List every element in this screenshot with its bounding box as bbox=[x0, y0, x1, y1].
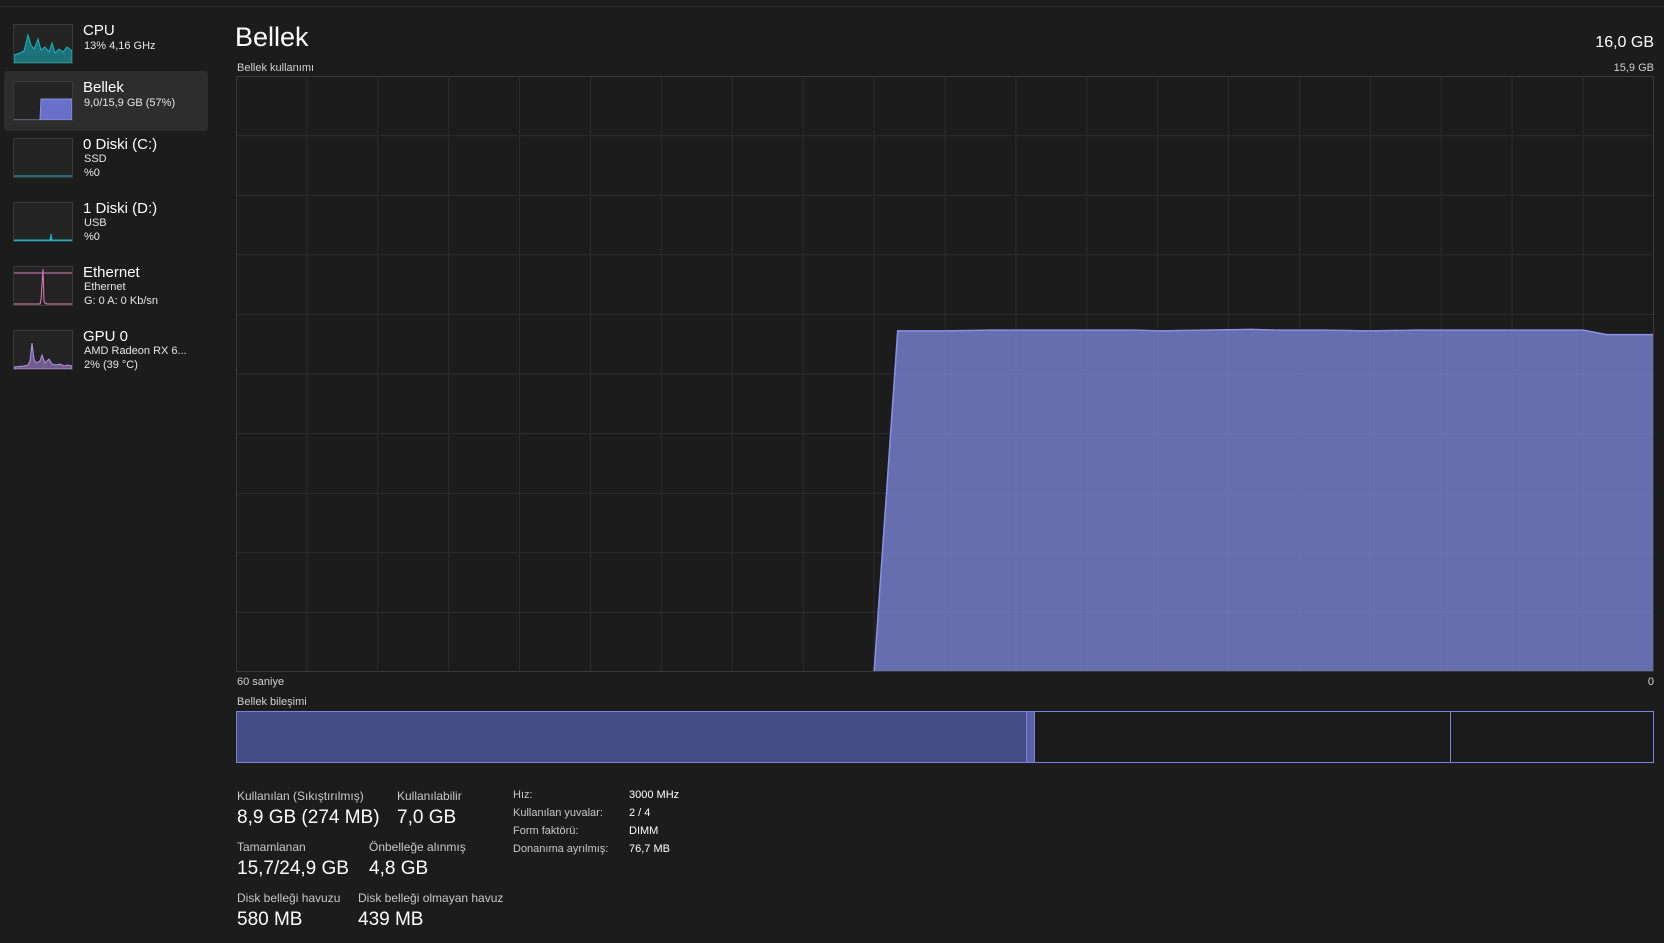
available-value: 7,0 GB bbox=[397, 807, 457, 828]
x-axis-left-label: 60 saniye bbox=[237, 676, 285, 688]
slots-used-value: 2 / 4 bbox=[629, 807, 651, 819]
sidebar-item-detail: G: 0 A: 0 Kb/sn bbox=[84, 295, 158, 307]
gpu-thumbnail bbox=[13, 330, 73, 370]
form-factor-label: Form faktörü: bbox=[513, 825, 579, 837]
sidebar-item-detail: %0 bbox=[84, 167, 100, 179]
memory-usage-chart bbox=[236, 76, 1654, 672]
total-memory: 16,0 GB bbox=[1595, 34, 1654, 51]
hardware-reserved-label: Donanıma ayrılmış: bbox=[513, 843, 609, 855]
sidebar-item-subtitle: 9,0/15,9 GB (57%) bbox=[84, 97, 176, 109]
cached-value: 4,8 GB bbox=[369, 858, 429, 879]
committed-label: Tamamlanan bbox=[237, 840, 306, 854]
graph-max-label: 15,9 GB bbox=[1613, 62, 1654, 74]
hardware-reserved-value: 76,7 MB bbox=[629, 843, 670, 855]
committed-value: 15,7/24,9 GB bbox=[237, 858, 349, 879]
graph-label: Bellek kullanımı bbox=[237, 62, 315, 74]
sidebar-item-subtitle: SSD bbox=[84, 153, 107, 165]
in-use-label: Kullanılan (Sıkıştırılmış) bbox=[237, 789, 364, 803]
nonpaged-pool-label: Disk belleği olmayan havuz bbox=[358, 891, 504, 905]
sidebar-item-detail: 2% (39 °C) bbox=[84, 359, 138, 371]
sidebar-item-detail: %0 bbox=[84, 231, 100, 243]
sidebar-item-title: Ethernet bbox=[83, 264, 140, 281]
speed-label: Hız: bbox=[513, 789, 533, 801]
sidebar-item-cpu[interactable]: CPU 13% 4,16 GHz bbox=[4, 14, 208, 74]
composition-standby[interactable] bbox=[1035, 712, 1451, 762]
available-label: Kullanılabilir bbox=[397, 789, 462, 803]
sidebar-item-subtitle: AMD Radeon RX 6... bbox=[84, 345, 187, 357]
speed-value: 3000 MHz bbox=[629, 789, 680, 801]
cpu-thumbnail bbox=[13, 24, 73, 64]
sidebar-item-disk-d[interactable]: 1 Diski (D:) USB %0 bbox=[4, 192, 208, 252]
sidebar-item-subtitle: USB bbox=[84, 217, 107, 229]
cached-label: Önbelleğe alınmış bbox=[369, 840, 466, 854]
sidebar-item-title: 0 Diski (C:) bbox=[83, 136, 158, 153]
sidebar-item-title: CPU bbox=[83, 22, 115, 39]
form-factor-value: DIMM bbox=[629, 825, 659, 837]
sidebar-item-title: Bellek bbox=[83, 79, 124, 96]
x-axis-right-label: 0 bbox=[1647, 676, 1654, 688]
top-divider bbox=[0, 6, 1664, 7]
paged-pool-value: 580 MB bbox=[237, 909, 303, 930]
memory-thumbnail bbox=[13, 81, 73, 121]
composition-label: Bellek bileşimi bbox=[237, 696, 307, 708]
disk-d-thumbnail bbox=[13, 202, 73, 242]
sidebar-item-title: GPU 0 bbox=[83, 328, 129, 345]
disk-c-thumbnail bbox=[13, 138, 73, 178]
sidebar-item-disk-c[interactable]: 0 Diski (C:) SSD %0 bbox=[4, 128, 208, 188]
sidebar-item-memory[interactable]: Bellek 9,0/15,9 GB (57%) bbox=[4, 71, 208, 131]
in-use-value: 8,9 GB (274 MB) bbox=[237, 807, 380, 828]
composition-modified[interactable] bbox=[1027, 712, 1035, 762]
ethernet-thumbnail bbox=[13, 266, 73, 306]
page-title: Bellek bbox=[235, 22, 309, 52]
sidebar-item-gpu[interactable]: GPU 0 AMD Radeon RX 6... 2% (39 °C) bbox=[4, 320, 208, 380]
sidebar-item-title: 1 Diski (D:) bbox=[83, 200, 158, 217]
memory-composition-bar[interactable] bbox=[236, 711, 1654, 763]
composition-in-use[interactable] bbox=[237, 712, 1027, 762]
sidebar-item-ethernet[interactable]: Ethernet Ethernet G: 0 A: 0 Kb/sn bbox=[4, 256, 208, 316]
slots-used-label: Kullanılan yuvalar: bbox=[513, 807, 603, 819]
sidebar-item-subtitle: 13% 4,16 GHz bbox=[84, 40, 156, 52]
nonpaged-pool-value: 439 MB bbox=[358, 909, 424, 930]
memory-usage-graph bbox=[236, 76, 1654, 672]
sidebar-item-subtitle: Ethernet bbox=[84, 281, 126, 293]
paged-pool-label: Disk belleği havuzu bbox=[237, 891, 341, 905]
